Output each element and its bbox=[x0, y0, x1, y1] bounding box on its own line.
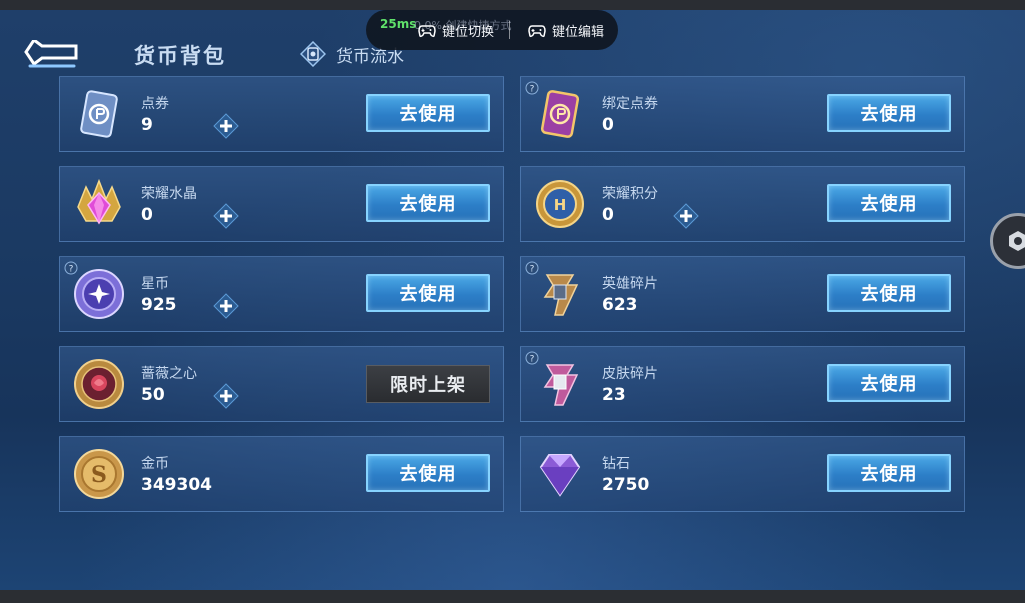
plus-icon[interactable] bbox=[213, 383, 239, 409]
key-edit-button[interactable]: 键位编辑 bbox=[528, 21, 604, 40]
hero-fragment-icon bbox=[543, 274, 579, 316]
rose-heart-icon bbox=[74, 359, 124, 409]
svg-text:H: H bbox=[554, 196, 567, 214]
currency-card-diamond: 钻石 2750 去使用 bbox=[520, 436, 965, 512]
gamepad-icon bbox=[418, 24, 436, 37]
currency-card-bound-coupon: ? 绑定点券 0 去使用 bbox=[520, 76, 965, 152]
currency-name: 皮肤碎片 bbox=[602, 366, 658, 382]
gold-coin-icon: S bbox=[74, 449, 124, 499]
svg-text:S: S bbox=[91, 462, 107, 488]
use-button[interactable]: 去使用 bbox=[827, 184, 951, 222]
key-switch-label: 键位切换 bbox=[442, 25, 495, 40]
floating-assist-button[interactable] bbox=[990, 213, 1025, 269]
currency-card-hero-fragment: ? 英雄碎片 623 去使用 bbox=[520, 256, 965, 332]
bound-coupon-icon bbox=[540, 90, 580, 138]
currency-card-skin-fragment: ? 皮肤碎片 23 去使用 bbox=[520, 346, 965, 422]
currency-amount: 0 bbox=[602, 115, 614, 135]
plus-icon[interactable] bbox=[213, 113, 239, 139]
use-button[interactable]: 去使用 bbox=[827, 274, 951, 312]
currency-flow-icon bbox=[300, 41, 326, 67]
currency-card-gold-coin: S 金币 349304 去使用 bbox=[59, 436, 504, 512]
use-button[interactable]: 去使用 bbox=[366, 94, 490, 132]
currency-name: 钻石 bbox=[602, 456, 630, 472]
plus-icon[interactable] bbox=[213, 293, 239, 319]
currency-backpack-screen: 货币背包 货币流水 点券 9 去使用 ? 绑定点券 0 去使用 荣耀水晶 0 去… bbox=[0, 10, 1025, 590]
currency-amount: 9 bbox=[141, 115, 153, 135]
page-title: 货币背包 bbox=[134, 44, 226, 68]
currency-amount: 349304 bbox=[141, 475, 212, 495]
hexagon-icon bbox=[1009, 231, 1025, 251]
glory-crystal-icon bbox=[77, 178, 121, 225]
currency-amount: 623 bbox=[602, 295, 638, 315]
key-switch-button[interactable]: 键位切换 bbox=[418, 21, 494, 40]
limited-time-badge: 限时上架 bbox=[366, 365, 490, 403]
currency-name: 星币 bbox=[141, 276, 169, 292]
plus-icon[interactable] bbox=[673, 203, 699, 229]
currency-amount: 0 bbox=[141, 205, 153, 225]
currency-amount: 0 bbox=[602, 205, 614, 225]
currency-name: 点券 bbox=[141, 96, 169, 112]
glory-points-icon: H bbox=[536, 180, 584, 228]
currency-name: 绑定点券 bbox=[602, 96, 658, 112]
currency-name: 荣耀水晶 bbox=[141, 186, 197, 202]
gamepad-icon bbox=[528, 24, 546, 37]
currency-amount: 925 bbox=[141, 295, 177, 315]
currency-name: 英雄碎片 bbox=[602, 276, 658, 292]
use-button[interactable]: 去使用 bbox=[366, 184, 490, 222]
back-arrow-icon[interactable] bbox=[24, 40, 80, 70]
coupon-icon bbox=[80, 90, 118, 138]
currency-name: 金币 bbox=[141, 456, 169, 472]
currency-card-rose-heart: 蔷薇之心 50 限时上架 bbox=[59, 346, 504, 422]
use-button[interactable]: 去使用 bbox=[827, 94, 951, 132]
currency-card-glory-points: H 荣耀积分 0 去使用 bbox=[520, 166, 965, 242]
emulator-overlay: 25ms 0.0% 创建快捷方式 键位切换 键位编辑 bbox=[366, 10, 618, 50]
currency-amount: 50 bbox=[141, 385, 165, 405]
use-button[interactable]: 去使用 bbox=[827, 364, 951, 402]
currency-name: 蔷薇之心 bbox=[141, 366, 197, 382]
skin-fragment-icon bbox=[543, 364, 579, 406]
currency-card-diancuan: 点券 9 去使用 bbox=[59, 76, 504, 152]
plus-icon[interactable] bbox=[213, 203, 239, 229]
use-button[interactable]: 去使用 bbox=[827, 454, 951, 492]
ping-readout: 25ms bbox=[380, 17, 417, 31]
currency-amount: 2750 bbox=[602, 475, 650, 495]
bottom-status-strip bbox=[0, 590, 1025, 603]
overlay-divider bbox=[509, 21, 510, 39]
diamond-icon bbox=[539, 454, 581, 497]
use-button[interactable]: 去使用 bbox=[366, 274, 490, 312]
key-edit-label: 键位编辑 bbox=[552, 25, 605, 40]
star-coin-icon bbox=[74, 269, 124, 319]
currency-amount: 23 bbox=[602, 385, 626, 405]
currency-card-star-coin: ? 星币 925 去使用 bbox=[59, 256, 504, 332]
currency-name: 荣耀积分 bbox=[602, 186, 658, 202]
currency-card-glory-crystal: 荣耀水晶 0 去使用 bbox=[59, 166, 504, 242]
use-button[interactable]: 去使用 bbox=[366, 454, 490, 492]
top-status-strip bbox=[0, 0, 1025, 10]
